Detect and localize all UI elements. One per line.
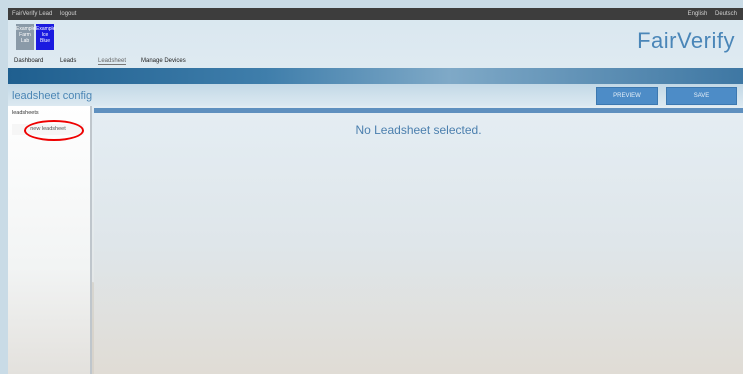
tab-manage-devices[interactable]: Manage Devices: [141, 58, 186, 64]
tab-leadsheet[interactable]: Leadsheet: [98, 58, 127, 65]
topbar-user-link[interactable]: FairVerify Lead: [12, 11, 52, 17]
main-nav: Dashboard Leads Leadsheet Manage Devices: [8, 54, 743, 68]
save-button[interactable]: SAVE: [666, 87, 737, 105]
top-bar: FairVerify Lead logout English Deutsch: [8, 8, 743, 20]
page-title: leadsheet config: [12, 90, 93, 102]
header-band: [8, 68, 743, 84]
org-tile-1[interactable]: Example Farm Lab: [16, 24, 35, 50]
empty-state-message: No Leadsheet selected.: [355, 123, 482, 137]
language-deutsch-link[interactable]: Deutsch: [715, 11, 737, 17]
brand-logo: FairVerify: [637, 28, 735, 53]
sidebar: leadsheets new leadsheet: [8, 106, 90, 374]
page-header: leadsheet config PREVIEW SAVE: [8, 84, 743, 106]
tab-dashboard[interactable]: Dashboard: [14, 58, 43, 64]
sidebar-divider: [90, 106, 92, 374]
org-tile-2[interactable]: Example Ice Blue: [36, 24, 55, 50]
new-leadsheet-button[interactable]: new leadsheet: [12, 124, 84, 135]
preview-button[interactable]: PREVIEW: [596, 87, 658, 105]
app-frame: FairVerify Lead logout English Deutsch E…: [8, 8, 743, 374]
logout-link[interactable]: logout: [60, 11, 76, 17]
sidebar-title: leadsheets: [12, 110, 39, 116]
main-panel: No Leadsheet selected.: [94, 108, 743, 374]
tab-leads[interactable]: Leads: [60, 58, 76, 64]
language-english-link[interactable]: English: [688, 11, 708, 17]
